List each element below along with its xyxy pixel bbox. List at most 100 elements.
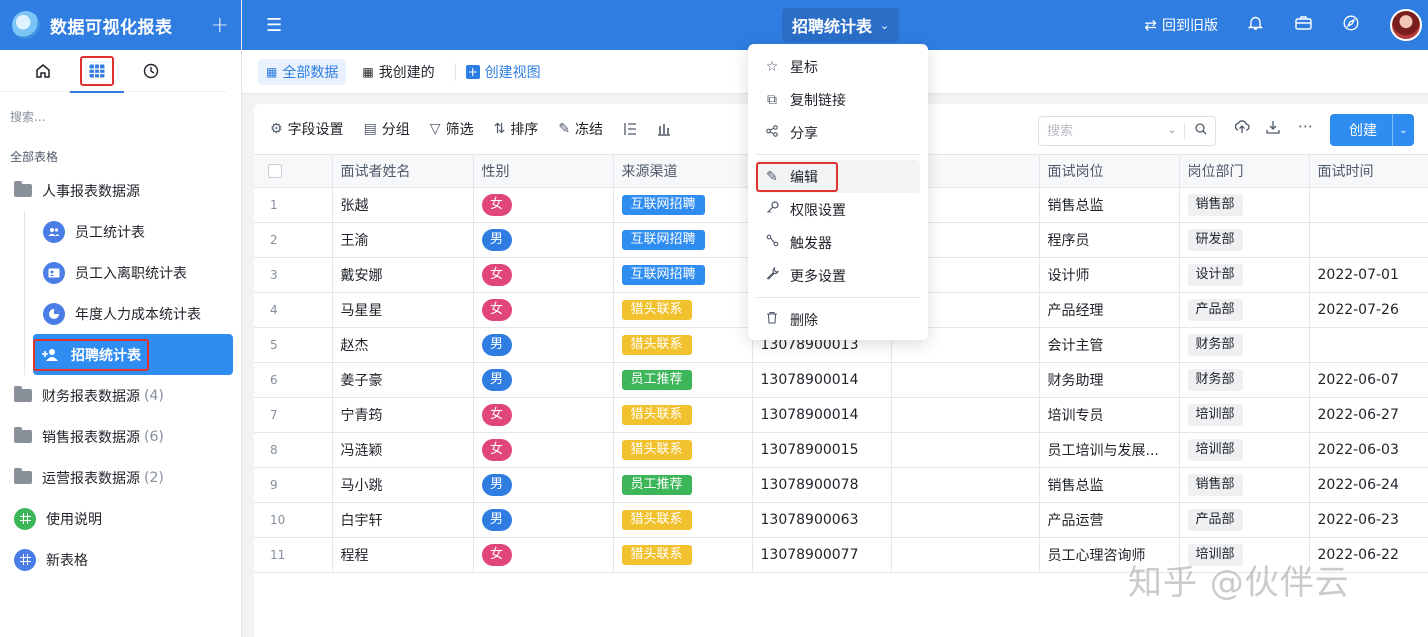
name-cell[interactable]: 王渝 — [332, 222, 474, 258]
name-cell[interactable]: 姜子豪 — [332, 362, 474, 398]
empty-cell[interactable] — [891, 362, 1040, 398]
table-title-dropdown[interactable]: 招聘统计表 ⌄ — [782, 8, 900, 42]
position-cell[interactable]: 培训专员 — [1039, 397, 1180, 433]
search-icon[interactable] — [1185, 123, 1215, 139]
old-version-button[interactable]: ⇄ 回到旧版 — [1144, 15, 1218, 35]
position-cell[interactable]: 产品经理 — [1039, 292, 1180, 328]
column-header[interactable]: 来源渠道 — [613, 154, 753, 188]
name-cell[interactable]: 张越 — [332, 187, 474, 223]
dept-cell[interactable]: 产品部 — [1179, 502, 1310, 538]
menu-item-edit[interactable]: ✎ 编辑 — [756, 160, 920, 193]
folder-hr[interactable]: 人事报表数据源 — [0, 170, 241, 211]
name-cell[interactable]: 赵杰 — [332, 327, 474, 363]
bell-icon[interactable] — [1246, 15, 1264, 36]
sidebar-search[interactable]: 搜索... — [0, 92, 241, 140]
name-cell[interactable]: 程程 — [332, 537, 474, 573]
source-cell[interactable]: 员工推荐 — [613, 362, 753, 398]
source-cell[interactable]: 猎头联系 — [613, 327, 753, 363]
gender-cell[interactable]: 男 — [473, 467, 614, 503]
position-cell[interactable]: 会计主管 — [1039, 327, 1180, 363]
date-cell[interactable]: 2022-06-24 — [1309, 467, 1428, 503]
table-row[interactable]: 7 宁青筠女 猎头联系 13078900014 培训专员 培训部 2022-06-27 — [254, 397, 1428, 433]
empty-cell[interactable] — [891, 397, 1040, 433]
chevron-down-icon[interactable]: ⌄ — [1392, 114, 1414, 146]
gender-cell[interactable]: 女 — [473, 292, 614, 328]
table-row[interactable]: 6 姜子豪男 员工推荐 13078900014 财务助理 财务部 2022-06-07 — [254, 362, 1428, 398]
source-cell[interactable]: 互联网招聘 — [613, 222, 753, 258]
menu-item-star[interactable]: ☆ 星标 — [756, 50, 920, 83]
table-search[interactable]: ⌄ — [1038, 116, 1216, 146]
date-cell[interactable] — [1309, 187, 1428, 223]
tab-home[interactable] — [16, 50, 70, 92]
dept-cell[interactable]: 销售部 — [1179, 187, 1310, 223]
chevron-down-icon[interactable]: ⌄ — [1160, 123, 1185, 139]
view-all-data[interactable]: ▦ 全部数据 — [258, 58, 347, 85]
source-cell[interactable]: 互联网招聘 — [613, 257, 753, 293]
filter-button[interactable]: ▽ 筛选 — [430, 119, 474, 139]
sidebar-item-hr-cost[interactable]: 年度人力成本统计表 — [33, 293, 233, 334]
briefcase-icon[interactable] — [1294, 15, 1312, 35]
menu-item-copy-link[interactable]: ⧉ 复制链接 — [756, 83, 920, 116]
empty-cell[interactable] — [891, 502, 1040, 538]
gender-cell[interactable]: 男 — [473, 327, 614, 363]
source-cell[interactable]: 员工推荐 — [613, 467, 753, 503]
search-input[interactable] — [1039, 117, 1160, 145]
empty-cell[interactable] — [891, 537, 1040, 573]
table-row[interactable]: 9 马小跳男 员工推荐 13078900078 销售总监 销售部 2022-06-24 — [254, 467, 1428, 503]
gender-cell[interactable]: 女 — [473, 257, 614, 293]
sidebar-item-new-table[interactable]: 新表格 — [0, 539, 241, 580]
column-header[interactable]: 面试者姓名 — [332, 154, 474, 188]
name-cell[interactable]: 冯涟颖 — [332, 432, 474, 468]
phone-cell[interactable]: 13078900014 — [752, 362, 892, 398]
date-cell[interactable] — [1309, 327, 1428, 363]
chart-icon[interactable] — [657, 122, 671, 136]
position-cell[interactable]: 财务助理 — [1039, 362, 1180, 398]
table-row[interactable]: 10 白宇轩男 猎头联系 13078900063 产品运营 产品部 2022-06-23 — [254, 502, 1428, 538]
folder-operations[interactable]: 运营报表数据源 (2) — [0, 457, 241, 498]
source-cell[interactable]: 猎头联系 — [613, 432, 753, 468]
group-button[interactable]: ▤ 分组 — [364, 119, 410, 139]
create-button[interactable]: 创建 ⌄ — [1330, 114, 1414, 146]
column-header[interactable]: 性别 — [473, 154, 614, 188]
add-table-button[interactable]: + — [211, 13, 229, 38]
menu-item-share[interactable]: 分享 — [756, 116, 920, 149]
dept-cell[interactable]: 培训部 — [1179, 397, 1310, 433]
sidebar-item-recruitment[interactable]: 招聘统计表 — [33, 334, 233, 375]
select-all-header[interactable] — [254, 154, 333, 188]
sort-button[interactable]: ⇅ 排序 — [494, 119, 539, 139]
source-cell[interactable]: 猎头联系 — [613, 397, 753, 433]
date-cell[interactable]: 2022-06-23 — [1309, 502, 1428, 538]
gender-cell[interactable]: 男 — [473, 362, 614, 398]
sidebar-item-onboarding[interactable]: 员工入离职统计表 — [33, 252, 233, 293]
gender-cell[interactable]: 女 — [473, 432, 614, 468]
phone-cell[interactable]: 13078900063 — [752, 502, 892, 538]
position-cell[interactable]: 产品运营 — [1039, 502, 1180, 538]
checkbox[interactable] — [268, 164, 282, 178]
menu-icon[interactable]: ☰ — [266, 15, 282, 36]
date-cell[interactable]: 2022-06-03 — [1309, 432, 1428, 468]
phone-cell[interactable]: 13078900078 — [752, 467, 892, 503]
download-icon[interactable] — [1266, 120, 1280, 138]
position-cell[interactable]: 程序员 — [1039, 222, 1180, 258]
position-cell[interactable]: 销售总监 — [1039, 187, 1180, 223]
source-cell[interactable]: 猎头联系 — [613, 292, 753, 328]
compass-icon[interactable] — [1342, 14, 1360, 36]
empty-cell[interactable] — [891, 467, 1040, 503]
dept-cell[interactable]: 财务部 — [1179, 362, 1310, 398]
view-mine[interactable]: ▦ 我创建的 — [354, 59, 442, 85]
date-cell[interactable]: 2022-07-01 — [1309, 257, 1428, 293]
position-cell[interactable]: 员工培训与发展... — [1039, 432, 1180, 468]
name-cell[interactable]: 白宇轩 — [332, 502, 474, 538]
date-cell[interactable]: 2022-06-27 — [1309, 397, 1428, 433]
sidebar-item-employees[interactable]: 员工统计表 — [33, 211, 233, 252]
menu-item-delete[interactable]: 删除 — [756, 303, 920, 336]
gender-cell[interactable]: 女 — [473, 537, 614, 573]
dept-cell[interactable]: 产品部 — [1179, 292, 1310, 328]
folder-finance[interactable]: 财务报表数据源 (4) — [0, 375, 241, 416]
date-cell[interactable]: 2022-06-07 — [1309, 362, 1428, 398]
date-cell[interactable] — [1309, 222, 1428, 258]
position-cell[interactable]: 销售总监 — [1039, 467, 1180, 503]
menu-item-more-settings[interactable]: 更多设置 — [756, 259, 920, 292]
folder-sales[interactable]: 销售报表数据源 (6) — [0, 416, 241, 457]
dept-cell[interactable]: 研发部 — [1179, 222, 1310, 258]
